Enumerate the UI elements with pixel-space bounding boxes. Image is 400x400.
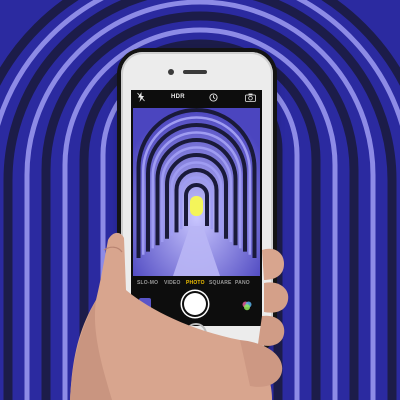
tunnel-end-light <box>190 196 203 216</box>
mode-video[interactable]: VIDEO <box>164 280 181 286</box>
shutter-button[interactable] <box>184 293 206 315</box>
smartphone: HDR SLO-MO VIDEO PHOTO SQUARE PANO <box>121 52 273 350</box>
camera-app-screen: HDR SLO-MO VIDEO PHOTO SQUARE PANO <box>131 90 262 326</box>
filters-icon[interactable] <box>241 299 253 311</box>
timer-icon[interactable] <box>209 93 218 104</box>
flash-off-icon[interactable] <box>137 92 145 104</box>
mode-slo-mo[interactable]: SLO-MO <box>137 280 158 286</box>
hdr-toggle[interactable]: HDR <box>171 94 185 100</box>
camera-top-bar: HDR <box>131 90 262 108</box>
front-camera-icon <box>168 69 174 75</box>
camera-flip-icon[interactable] <box>245 93 256 104</box>
camera-mode-selector: SLO-MO VIDEO PHOTO SQUARE PANO <box>131 278 262 290</box>
camera-viewfinder[interactable] <box>133 108 260 276</box>
earpiece-speaker <box>183 70 207 74</box>
last-photo-thumbnail[interactable] <box>139 298 151 310</box>
mode-pano[interactable]: PANO <box>235 280 250 286</box>
mode-photo[interactable]: PHOTO <box>186 280 205 286</box>
home-button[interactable] <box>185 323 207 345</box>
mode-square[interactable]: SQUARE <box>209 280 232 286</box>
